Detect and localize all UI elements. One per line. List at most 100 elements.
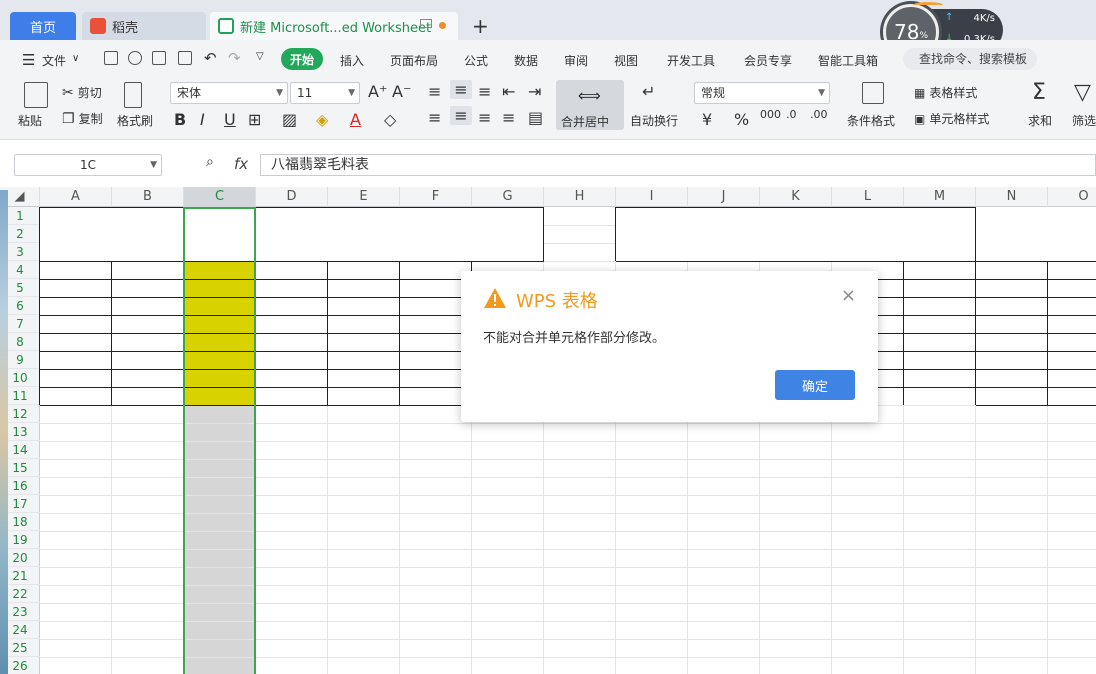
column-header-n[interactable]: N [976, 187, 1048, 207]
table-cell[interactable] [112, 387, 184, 405]
table-cell[interactable] [976, 315, 1048, 333]
table-cell[interactable] [1048, 297, 1096, 315]
menu-file[interactable]: 文件 [42, 52, 66, 69]
table-cell[interactable] [40, 387, 112, 405]
more-icon[interactable]: ▽ [256, 51, 264, 62]
bold-icon[interactable]: B [174, 110, 186, 129]
table-cell[interactable] [904, 351, 976, 369]
table-cell[interactable] [112, 297, 184, 315]
header-cell[interactable] [256, 261, 328, 279]
column-header-a[interactable]: A [40, 187, 112, 207]
italic-icon[interactable]: I [200, 110, 205, 129]
column-header-i[interactable]: I [616, 187, 688, 207]
column-header-l[interactable]: L [832, 187, 904, 207]
cell-pattern-icon[interactable]: ▨ [282, 110, 297, 129]
table-cell[interactable] [112, 369, 184, 387]
column-header-h[interactable]: H [544, 187, 616, 207]
function-icon[interactable]: fx [234, 155, 248, 173]
table-cell[interactable] [40, 279, 112, 297]
print-preview-icon[interactable] [178, 51, 192, 65]
header-cell[interactable] [328, 261, 400, 279]
filter-button[interactable]: 筛选 [1072, 112, 1096, 129]
table-cell[interactable] [256, 279, 328, 297]
increase-font-icon[interactable]: A⁺ [368, 82, 387, 101]
header-cell[interactable] [976, 261, 1048, 279]
distributed-icon[interactable]: ▤ [528, 108, 543, 127]
table-cell[interactable] [1048, 369, 1096, 387]
align-top-icon[interactable]: ≡ [428, 82, 441, 101]
table-style-button[interactable]: ▦ 表格样式 [914, 84, 977, 101]
format-painter-icon[interactable] [124, 82, 142, 108]
table-cell[interactable] [112, 333, 184, 351]
table-cell[interactable] [256, 297, 328, 315]
table-cell[interactable] [976, 297, 1048, 315]
header-cell[interactable] [40, 261, 112, 279]
conditional-format-button[interactable]: 条件格式 [847, 112, 895, 129]
chevron-down-icon[interactable]: ∨ [72, 53, 79, 64]
font-size-select[interactable]: 11 ▼ [290, 82, 360, 104]
column-header-e[interactable]: E [328, 187, 400, 207]
close-icon[interactable]: × [841, 285, 856, 306]
table-cell[interactable] [40, 369, 112, 387]
table-cell[interactable] [1048, 333, 1096, 351]
table-cell[interactable] [256, 387, 328, 405]
tab-formula[interactable]: 公式 [464, 52, 488, 69]
border-icon[interactable]: ⊞ [248, 110, 261, 129]
command-search-input[interactable]: 查找命令、搜索模板 [903, 48, 1037, 70]
justify-icon[interactable]: ≡ [502, 108, 515, 127]
tab-document[interactable]: 新建 Microsoft...ed Worksheet [210, 12, 458, 40]
fill-color-icon[interactable]: ◈ [316, 110, 328, 129]
print-icon[interactable] [152, 51, 166, 65]
save-icon[interactable] [104, 51, 118, 65]
wrap-text-button[interactable]: 自动换行 [630, 112, 678, 129]
align-bottom-icon[interactable]: ≡ [478, 82, 491, 101]
export-icon[interactable] [128, 51, 142, 65]
column-header-g[interactable]: G [472, 187, 544, 207]
table-cell[interactable] [1048, 387, 1096, 405]
tab-home[interactable]: 首页 [10, 12, 76, 40]
table-cell[interactable] [256, 369, 328, 387]
table-cell[interactable] [976, 369, 1048, 387]
tab-daoke[interactable]: 稻壳 [82, 12, 206, 40]
tab-data[interactable]: 数据 [514, 52, 538, 69]
column-header-d[interactable]: D [256, 187, 328, 207]
table-cell[interactable] [904, 279, 976, 297]
ok-button[interactable]: 确定 [775, 370, 855, 400]
copy-button[interactable]: ❐ 复制 [62, 110, 103, 127]
column-header-o[interactable]: O [1048, 187, 1096, 207]
table-cell[interactable] [328, 387, 400, 405]
increase-decimal-icon[interactable]: .0 [786, 108, 797, 121]
table-cell[interactable] [40, 333, 112, 351]
table-cell[interactable] [328, 351, 400, 369]
column-header-m[interactable]: M [904, 187, 976, 207]
table-cell[interactable] [976, 279, 1048, 297]
table-cell[interactable] [328, 297, 400, 315]
table-cell[interactable] [904, 297, 976, 315]
table-cell[interactable] [112, 315, 184, 333]
column-header-f[interactable]: F [400, 187, 472, 207]
align-left-icon[interactable]: ≡ [428, 108, 441, 127]
table-cell[interactable] [112, 351, 184, 369]
paste-button[interactable]: 粘贴 [18, 112, 42, 129]
table-cell[interactable] [976, 333, 1048, 351]
decrease-indent-icon[interactable]: ⇤ [502, 82, 515, 101]
thousands-icon[interactable]: 000 [760, 108, 781, 121]
tab-start[interactable]: 开始 [281, 48, 323, 70]
underline-icon[interactable]: U [224, 110, 236, 129]
table-cell[interactable] [904, 315, 976, 333]
table-cell[interactable] [328, 279, 400, 297]
sum-button[interactable]: 求和 [1028, 112, 1052, 129]
tab-developer[interactable]: 开发工具 [667, 52, 715, 69]
table-cell[interactable] [256, 351, 328, 369]
table-cell[interactable] [40, 315, 112, 333]
header-cell[interactable] [1048, 261, 1096, 279]
table-cell[interactable] [256, 333, 328, 351]
sum-icon[interactable]: Σ [1032, 80, 1046, 105]
table-cell[interactable] [1048, 279, 1096, 297]
filter-icon[interactable]: ▽ [1074, 80, 1091, 105]
column-header-b[interactable]: B [112, 187, 184, 207]
decrease-decimal-icon[interactable]: .00 [810, 108, 828, 121]
wrap-text-icon[interactable]: ↵ [642, 82, 655, 101]
merged-title-3[interactable] [976, 207, 1096, 261]
table-cell[interactable] [328, 333, 400, 351]
